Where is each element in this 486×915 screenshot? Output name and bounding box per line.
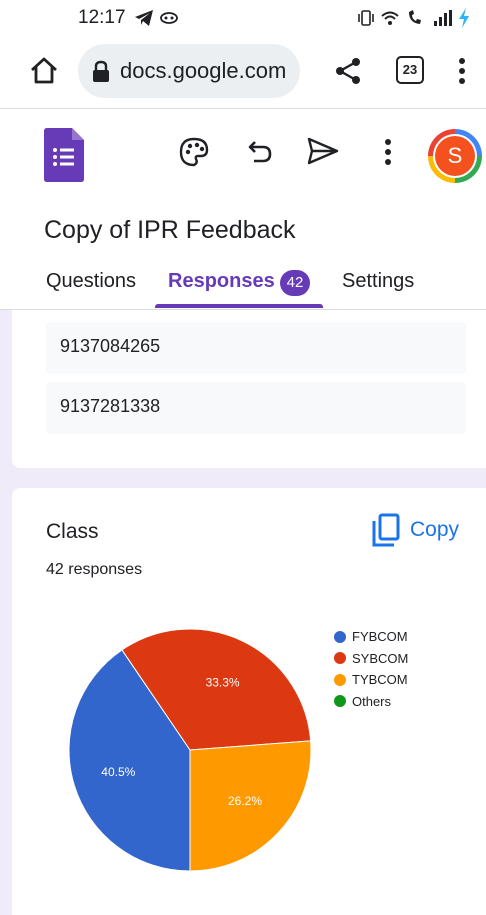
undo-icon[interactable] [246, 138, 274, 166]
copy-icon [372, 513, 400, 547]
legend-item: Others [334, 691, 408, 713]
class-pie-chart: 40.5% 33.3% 26.2% [68, 628, 312, 872]
tab-responses[interactable]: Responses [168, 270, 275, 293]
legend-swatch [334, 695, 346, 708]
palette-icon[interactable] [178, 136, 210, 168]
notification-icons [134, 9, 178, 27]
legend-label: TYBCOM [352, 672, 408, 688]
active-tab-indicator [155, 304, 323, 308]
form-title: Copy of IPR Feedback [44, 216, 296, 244]
answer-row: 9137084265 [46, 322, 466, 374]
browser-menu-icon[interactable] [452, 56, 472, 86]
answer-row: 9137281338 [46, 382, 466, 434]
more-options-icon[interactable] [378, 136, 398, 168]
browser-toolbar: docs.google.com 23 [0, 40, 486, 102]
avatar-ring: S [433, 134, 477, 178]
avatar-letter: S [435, 136, 475, 176]
response-count: 42 responses [46, 561, 143, 578]
pie-slice-label: 26.2% [228, 794, 262, 808]
wifi-call-icon [409, 10, 421, 24]
toolbar-divider [0, 108, 486, 109]
legend-item: SYBCOM [334, 648, 408, 670]
forms-app-bar: S [0, 116, 486, 200]
home-icon[interactable] [28, 54, 60, 86]
address-bar[interactable]: docs.google.com [78, 44, 300, 98]
send-icon[interactable] [306, 136, 340, 166]
chart-legend: FYBCOM SYBCOM TYBCOM Others [334, 626, 408, 712]
copy-label: Copy [410, 518, 460, 541]
mask-icon [160, 12, 178, 24]
tab-settings[interactable]: Settings [342, 270, 414, 293]
system-icons [358, 8, 470, 28]
signal-icon [434, 10, 452, 26]
vibrate-icon [358, 10, 374, 26]
legend-swatch [334, 673, 346, 686]
legend-label: SYBCOM [352, 650, 409, 666]
legend-label: FYBCOM [352, 629, 408, 645]
legend-swatch [334, 652, 346, 665]
legend-label: Others [352, 693, 392, 709]
pie-slice-label: 40.5% [101, 765, 135, 779]
pie-slice-label: 33.3% [206, 675, 240, 689]
url-text: docs.google.com [120, 58, 287, 83]
share-icon[interactable] [334, 56, 362, 86]
wifi-icon [381, 11, 399, 25]
copy-chart-button[interactable]: Copy [372, 512, 459, 548]
charging-icon [459, 8, 469, 28]
tab-questions[interactable]: Questions [46, 270, 136, 293]
legend-item: FYBCOM [334, 626, 408, 648]
tab-switcher-button[interactable]: 23 [396, 56, 424, 84]
google-forms-logo-icon[interactable] [44, 128, 84, 182]
question-title: Class [46, 520, 99, 543]
responses-count-badge: 42 [280, 270, 310, 296]
legend-item: TYBCOM [334, 669, 408, 691]
status-time: 12:17 [78, 7, 126, 28]
legend-swatch [334, 630, 346, 643]
status-bar: 12:17 [0, 0, 486, 36]
lock-icon [93, 60, 109, 82]
telegram-icon [135, 10, 153, 26]
form-tabs: Questions Responses 42 Settings [0, 262, 486, 310]
account-avatar[interactable]: S [428, 129, 482, 183]
